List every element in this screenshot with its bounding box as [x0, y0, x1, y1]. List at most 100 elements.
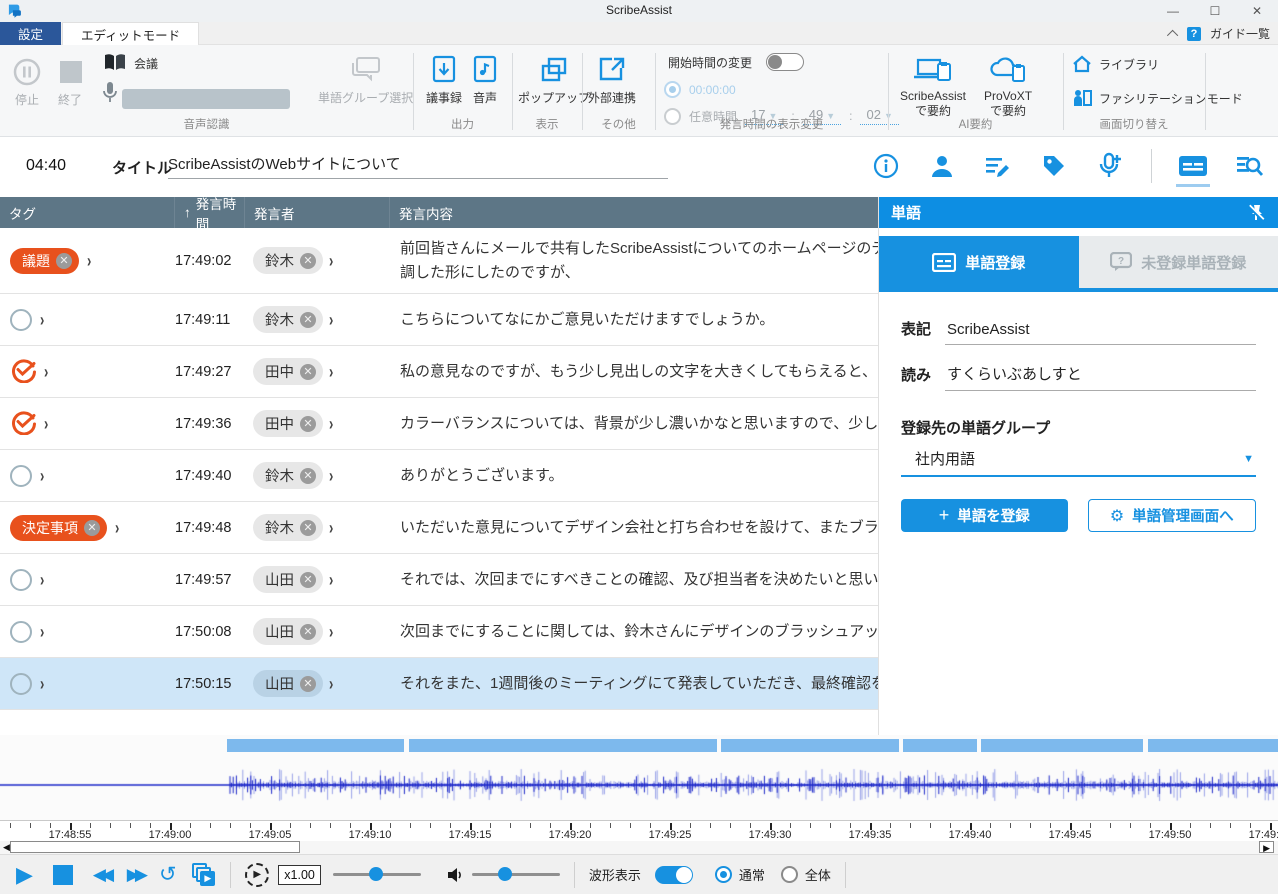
speaker-pill[interactable]: 田中✕: [253, 358, 323, 385]
expand-speaker-chevron[interactable]: ›: [329, 413, 333, 434]
external-link-button[interactable]: 外部連携: [588, 55, 636, 106]
remove-speaker-icon[interactable]: ✕: [300, 468, 316, 484]
remove-speaker-icon[interactable]: ✕: [300, 364, 316, 380]
status-check-icon[interactable]: [10, 357, 36, 387]
expand-tag-chevron[interactable]: ›: [44, 361, 48, 382]
utterance-text[interactable]: 次回までにすることに関しては、鈴木さんにデザインのブラッシュアップを行ってい: [390, 620, 878, 643]
export-audio-button[interactable]: 音声: [472, 55, 498, 106]
table-row[interactable]: 議題✕›17:49:02鈴木✕›前回皆さんにメールで共有したScribeAssi…: [0, 228, 878, 294]
speech-segment-bar[interactable]: [409, 739, 717, 752]
expand-tag-chevron[interactable]: ›: [40, 569, 44, 590]
table-row[interactable]: ›17:50:08山田✕›次回までにすることに関しては、鈴木さんにデザインのブラ…: [0, 606, 878, 658]
close-button[interactable]: ✕: [1236, 0, 1278, 22]
status-circle-icon[interactable]: [10, 309, 32, 331]
header-speaker[interactable]: 発言者: [245, 197, 390, 228]
tag-icon[interactable]: [1039, 151, 1069, 181]
facilitation-mode-button[interactable]: ファシリテーションモード: [1072, 89, 1243, 107]
waveform-toggle[interactable]: [655, 866, 693, 884]
header-content[interactable]: 発言内容: [390, 197, 878, 228]
continuous-play-icon[interactable]: ▶: [192, 863, 216, 887]
radio-normal[interactable]: [715, 866, 732, 883]
scroll-right-arrow[interactable]: ▶: [1259, 841, 1274, 853]
utterance-text[interactable]: こちらについてなにかご意見いただけますでしょうか。: [390, 308, 878, 331]
search-list-icon[interactable]: [1234, 151, 1264, 181]
surface-input[interactable]: ScribeAssist: [945, 321, 1256, 345]
utterance-text[interactable]: それでは、次回までにすべきことの確認、及び担当者を決めたいと思います。: [390, 568, 878, 591]
speech-segment-bar[interactable]: [227, 739, 404, 752]
horizontal-scrollbar[interactable]: ◀ ▶: [0, 841, 1278, 854]
scroll-left-arrow[interactable]: ◀: [3, 842, 10, 853]
table-row[interactable]: ›17:49:57山田✕›それでは、次回までにすべきことの確認、及び担当者を決め…: [0, 554, 878, 606]
table-row[interactable]: ›17:50:15山田✕›それをまた、1週間後のミーティングにて発表していただき…: [0, 658, 878, 710]
header-time[interactable]: ↑ 発言時間: [175, 197, 245, 228]
expand-tag-chevron[interactable]: ›: [40, 673, 44, 694]
speaker-pill[interactable]: 鈴木✕: [253, 306, 323, 333]
speaker-manage-icon[interactable]: [927, 151, 957, 181]
title-input[interactable]: ScribeAssistのWebサイトについて: [168, 153, 668, 179]
expand-tag-chevron[interactable]: ›: [40, 621, 44, 642]
tag-pill[interactable]: 決定事項✕: [10, 515, 107, 541]
start-time-toggle[interactable]: [766, 53, 804, 71]
speaker-pill[interactable]: 山田✕: [253, 670, 323, 697]
radio-whole[interactable]: [781, 866, 798, 883]
playback-speed-icon[interactable]: ▶: [245, 863, 269, 887]
speaker-pill[interactable]: 田中✕: [253, 410, 323, 437]
expand-speaker-chevron[interactable]: ›: [329, 361, 333, 382]
utterance-text[interactable]: 前回皆さんにメールで共有したScribeAssistについてのホームページのデザ…: [390, 237, 878, 284]
table-row[interactable]: ›17:49:40鈴木✕›ありがとうございます。: [0, 450, 878, 502]
word-panel-icon-active[interactable]: [1178, 151, 1208, 181]
rewind-button[interactable]: ◀◀: [93, 865, 109, 885]
expand-tag-chevron[interactable]: ›: [44, 413, 48, 434]
info-icon[interactable]: [871, 151, 901, 181]
expand-tag-chevron[interactable]: ›: [115, 517, 119, 538]
expand-speaker-chevron[interactable]: ›: [329, 569, 333, 590]
remove-speaker-icon[interactable]: ✕: [300, 624, 316, 640]
remove-tag-icon[interactable]: ✕: [56, 253, 72, 269]
status-check-icon[interactable]: [10, 409, 36, 439]
expand-tag-chevron[interactable]: ›: [40, 309, 44, 330]
remove-tag-icon[interactable]: ✕: [84, 520, 100, 536]
remove-speaker-icon[interactable]: ✕: [300, 416, 316, 432]
remove-speaker-icon[interactable]: ✕: [300, 572, 316, 588]
status-circle-icon[interactable]: [10, 569, 32, 591]
remove-speaker-icon[interactable]: ✕: [300, 676, 316, 692]
expand-speaker-chevron[interactable]: ›: [329, 309, 333, 330]
speech-segment-bar[interactable]: [981, 739, 1143, 752]
stop-button-player[interactable]: [53, 865, 73, 885]
collapse-ribbon-icon[interactable]: [1167, 29, 1178, 40]
expand-speaker-chevron[interactable]: ›: [329, 250, 333, 271]
tab-settings[interactable]: 設定: [0, 22, 61, 45]
expand-speaker-chevron[interactable]: ›: [329, 673, 333, 694]
speaker-pill[interactable]: 山田✕: [253, 566, 323, 593]
speed-value[interactable]: x1.00: [278, 865, 321, 885]
minimize-button[interactable]: —: [1152, 0, 1194, 22]
remove-speaker-icon[interactable]: ✕: [300, 312, 316, 328]
remove-speaker-icon[interactable]: ✕: [300, 253, 316, 269]
utterance-text[interactable]: 私の意見なのですが、もう少し見出しの文字を大きくしてもらえると、区別がつ: [390, 360, 878, 383]
library-button[interactable]: ライブラリ: [1072, 55, 1159, 73]
table-row[interactable]: ›17:49:27田中✕›私の意見なのですが、もう少し見出しの文字を大きくしても…: [0, 346, 878, 398]
status-circle-icon[interactable]: [10, 673, 32, 695]
edit-list-icon[interactable]: [983, 151, 1013, 181]
expand-tag-chevron[interactable]: ›: [40, 465, 44, 486]
speaker-pill[interactable]: 山田✕: [253, 618, 323, 645]
speech-segment-bar[interactable]: [721, 739, 899, 752]
status-circle-icon[interactable]: [10, 465, 32, 487]
word-manage-button[interactable]: ⚙ 単語管理画面へ: [1088, 499, 1257, 532]
table-row[interactable]: 決定事項✕›17:49:48鈴木✕›いただいた意見についてデザイン会社と打ち合わ…: [0, 502, 878, 554]
add-speaker-mic-icon[interactable]: [1095, 151, 1125, 181]
table-row[interactable]: ›17:49:11鈴木✕›こちらについてなにかご意見いただけますでしょうか。: [0, 294, 878, 346]
utterance-text[interactable]: ありがとうございます。: [390, 464, 878, 487]
utterance-text[interactable]: それをまた、1週間後のミーティングにて発表していただき、最終確認を行いたい: [390, 672, 878, 695]
speaker-pill[interactable]: 鈴木✕: [253, 514, 323, 541]
waveform-area[interactable]: [0, 735, 1278, 820]
header-tag[interactable]: タグ: [0, 197, 175, 228]
unpin-icon[interactable]: [1246, 203, 1266, 223]
forward-button[interactable]: ▶▶: [127, 865, 143, 885]
help-icon[interactable]: ?: [1187, 27, 1201, 41]
tab-word-register[interactable]: 単語登録: [879, 236, 1079, 288]
table-row[interactable]: ›17:49:36田中✕›カラーバランスについては、背景が少し濃いかなと思います…: [0, 398, 878, 450]
reading-input[interactable]: すくらいぶあしすと: [945, 363, 1256, 391]
scribeassist-summary-button[interactable]: ScribeAssistで要約: [900, 55, 966, 119]
maximize-button[interactable]: ☐: [1194, 0, 1236, 22]
